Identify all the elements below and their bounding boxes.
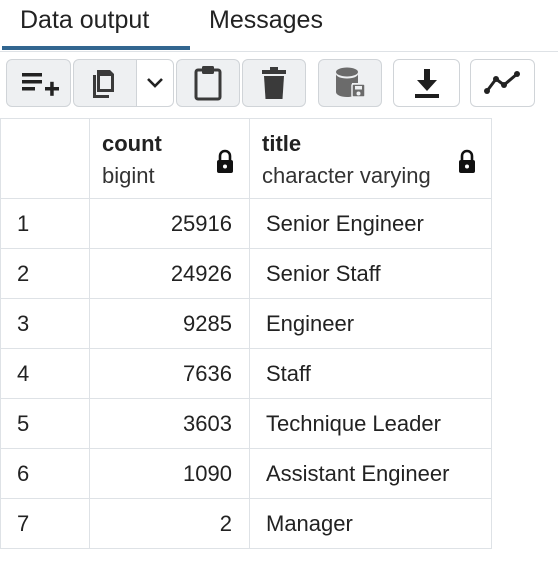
table-row[interactable]: 4 7636 Staff [0, 348, 492, 399]
row-number-cell[interactable]: 1 [0, 198, 90, 249]
active-tab-indicator [2, 46, 190, 50]
count-cell[interactable]: 1090 [89, 448, 250, 499]
count-cell[interactable]: 9285 [89, 298, 250, 349]
delete-button[interactable] [242, 59, 306, 107]
chevron-down-icon [147, 78, 163, 88]
column-type: bigint [102, 163, 155, 188]
row-number-cell[interactable]: 5 [0, 398, 90, 449]
title-cell[interactable]: Senior Engineer [249, 198, 492, 249]
graph-visualiser-icon [483, 71, 520, 94]
row-number-cell[interactable]: 4 [0, 348, 90, 399]
title-cell[interactable]: Staff [249, 348, 492, 399]
table-row[interactable]: 1 25916 Senior Engineer [0, 198, 492, 249]
graph-visualiser-button[interactable] [470, 59, 535, 107]
row-number-cell[interactable]: 6 [0, 448, 90, 499]
row-number-cell[interactable]: 3 [0, 298, 90, 349]
download-icon [414, 69, 439, 98]
count-cell[interactable]: 2 [89, 498, 250, 549]
row-number-cell[interactable]: 2 [0, 248, 90, 299]
title-cell[interactable]: Technique Leader [249, 398, 492, 449]
copy-icon [93, 70, 114, 98]
delete-icon [262, 67, 286, 99]
table-row[interactable]: 2 24926 Senior Staff [0, 248, 492, 299]
count-cell[interactable]: 24926 [89, 248, 250, 299]
title-cell[interactable]: Manager [249, 498, 492, 549]
title-cell[interactable]: Engineer [249, 298, 492, 349]
title-cell[interactable]: Senior Staff [249, 248, 492, 299]
save-data-button[interactable] [318, 59, 382, 107]
table-row[interactable]: 5 3603 Technique Leader [0, 398, 492, 449]
column-name: count [102, 131, 162, 156]
download-button[interactable] [393, 59, 460, 107]
row-number-header[interactable] [0, 118, 90, 199]
lock-icon [459, 149, 475, 173]
table-row[interactable]: 3 9285 Engineer [0, 298, 492, 349]
result-tabs: Data output Messages [0, 0, 558, 52]
paste-button[interactable] [176, 59, 240, 107]
count-cell[interactable]: 3603 [89, 398, 250, 449]
data-output-toolbar [0, 52, 558, 116]
header-row: count bigint title character varying [0, 118, 492, 199]
table-row[interactable]: 7 2 Manager [0, 498, 492, 549]
row-number-cell[interactable]: 7 [0, 498, 90, 549]
copy-options-dropdown[interactable] [136, 59, 174, 107]
table-row[interactable]: 6 1090 Assistant Engineer [0, 448, 492, 499]
save-data-icon [336, 67, 366, 98]
tab-messages[interactable]: Messages [209, 6, 323, 35]
paste-icon [194, 66, 222, 101]
copy-button[interactable] [73, 59, 137, 107]
data-grid: count bigint title character varying 1 2… [0, 118, 492, 549]
column-type: character varying [262, 163, 431, 188]
title-cell[interactable]: Assistant Engineer [249, 448, 492, 499]
column-header-title[interactable]: title character varying [249, 118, 492, 199]
column-header-count[interactable]: count bigint [89, 118, 250, 199]
count-cell[interactable]: 7636 [89, 348, 250, 399]
count-cell[interactable]: 25916 [89, 198, 250, 249]
add-row-button[interactable] [6, 59, 71, 107]
tab-data-output[interactable]: Data output [20, 6, 149, 35]
lock-icon [217, 149, 233, 173]
add-row-icon [21, 73, 59, 96]
column-name: title [262, 131, 302, 156]
